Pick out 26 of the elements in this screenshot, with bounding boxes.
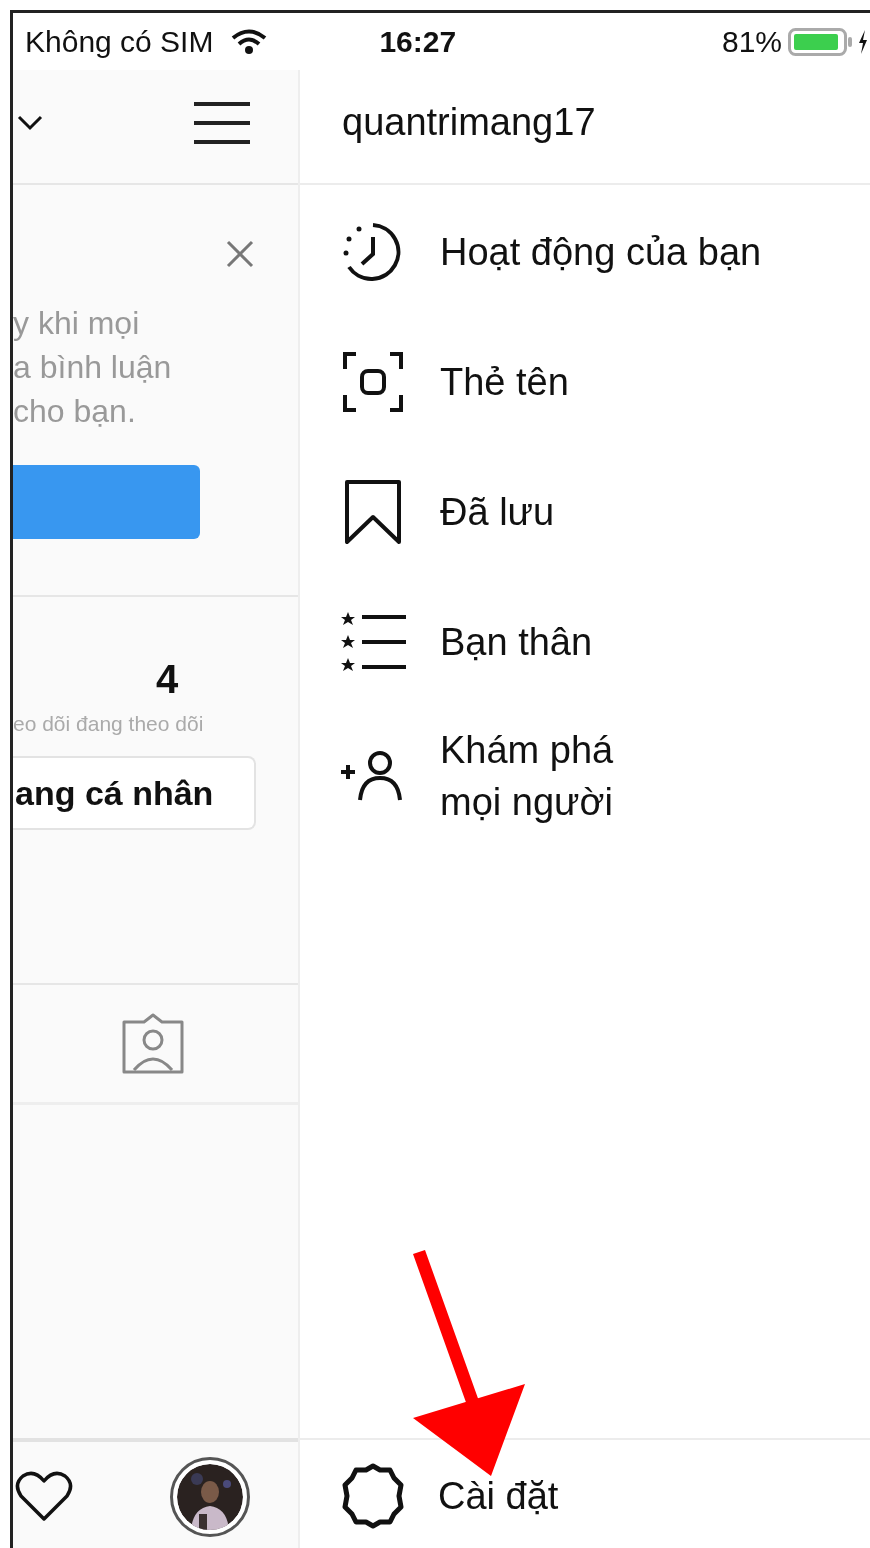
scan-frame-icon[interactable] [340, 351, 406, 413]
menu-item[interactable]: Bạn thân [440, 616, 593, 668]
close-icon[interactable] [226, 240, 254, 268]
battery-percent: 81% [721, 24, 782, 59]
battery-icon [788, 27, 854, 56]
status-time: 16:27 [379, 24, 457, 59]
menu-item[interactable]: Khám phá mọi người [440, 724, 680, 828]
carrier-text: Không có SIM [25, 24, 214, 59]
wifi-icon [231, 28, 268, 55]
username: quantrimang17 [342, 101, 596, 144]
stat-count: 4 [156, 657, 180, 702]
menu-item[interactable]: Hoạt động của bạn [440, 226, 762, 278]
notice-text-line: a bình luận [13, 348, 173, 387]
tagged-photos-icon[interactable] [120, 1011, 186, 1076]
notice-text-line: cho bạn. [13, 392, 137, 431]
menu-item[interactable]: Đã lưu [440, 486, 555, 538]
star-list-icon[interactable] [340, 611, 406, 673]
charging-icon [858, 29, 868, 54]
menu-icon[interactable] [194, 100, 250, 145]
stat-label: eo dõi đang theo dõi [13, 712, 205, 736]
menu-item[interactable]: Thẻ tên [440, 356, 569, 408]
heart-icon[interactable] [15, 1470, 73, 1523]
edit-profile-button[interactable]: ang cá nhân [13, 756, 256, 830]
notice-text-line: y khi mọi [13, 304, 141, 343]
chevron-down-icon[interactable] [17, 114, 43, 131]
settings-item[interactable]: Cài đặt [438, 1469, 559, 1522]
